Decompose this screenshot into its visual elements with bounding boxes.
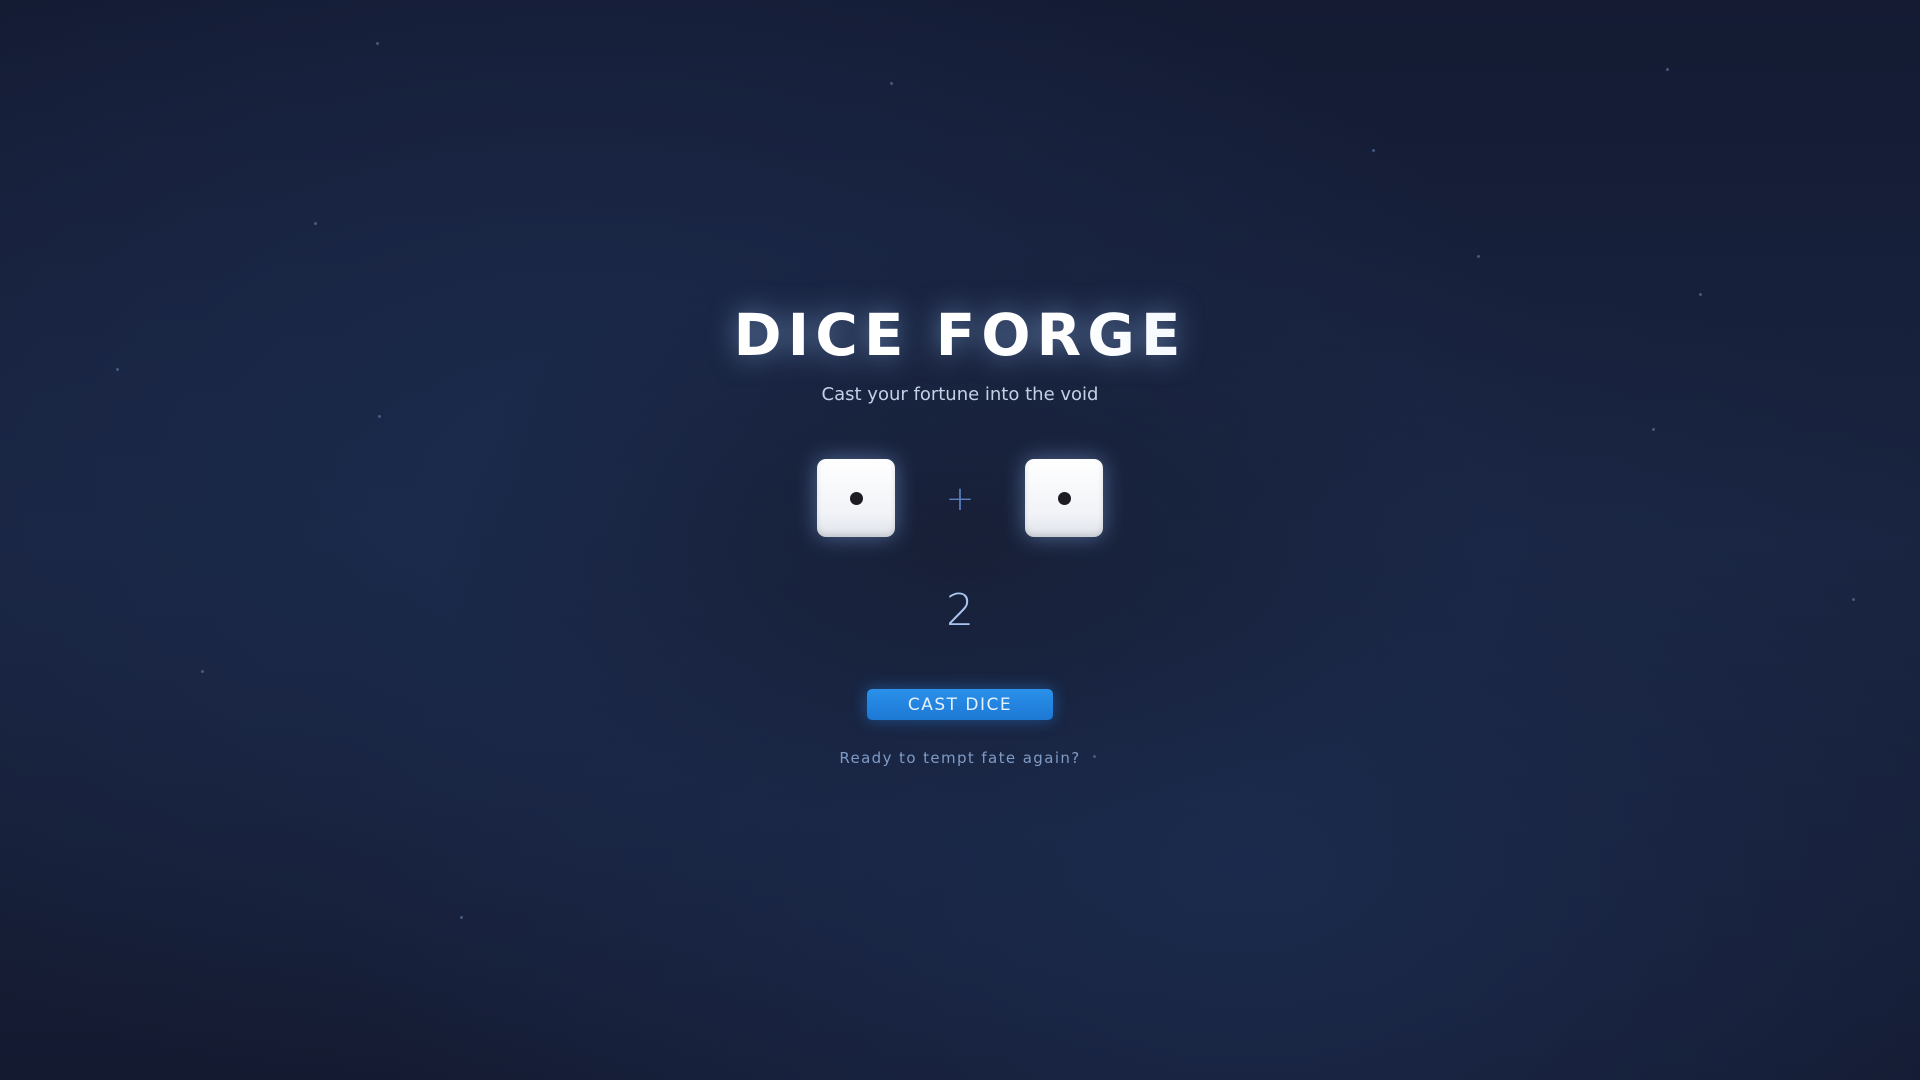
game-subtitle: Cast your fortune into the void [821, 384, 1099, 405]
die-right [1025, 459, 1103, 537]
star-speck [314, 222, 317, 225]
dice-total: 2 [946, 585, 974, 636]
status-message: Ready to tempt fate again? [839, 749, 1081, 767]
die-pip [849, 491, 863, 505]
star-speck [1699, 293, 1702, 296]
star-speck [1477, 255, 1480, 258]
star-speck [890, 82, 893, 85]
die-left [817, 459, 895, 537]
star-speck [376, 42, 379, 45]
game-stage: DICE FORGE Cast your fortune into the vo… [0, 0, 1920, 1080]
star-speck [460, 916, 463, 919]
star-speck [1652, 428, 1655, 431]
star-speck [1372, 149, 1375, 152]
star-speck [378, 415, 381, 418]
star-speck [1666, 68, 1669, 71]
plus-operator: + [945, 479, 975, 519]
star-speck [201, 670, 204, 673]
cast-dice-button[interactable]: CAST DICE [867, 689, 1053, 720]
die-pip [1057, 491, 1071, 505]
game-title: DICE FORGE [0, 300, 1920, 370]
